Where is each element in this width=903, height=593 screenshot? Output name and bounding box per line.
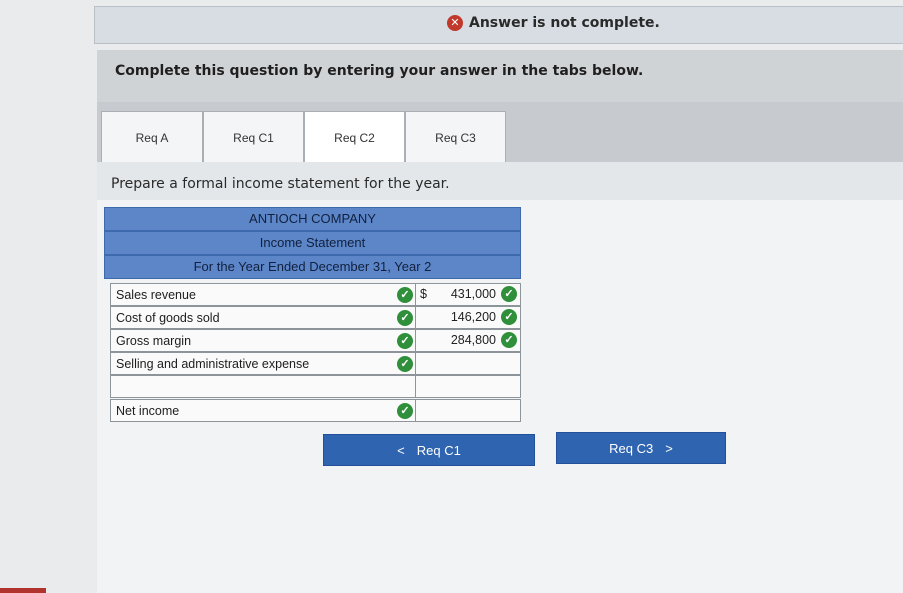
tab-req-a[interactable]: Req A [101, 111, 203, 163]
check-icon: ✓ [397, 403, 413, 419]
x-circle-icon: ✕ [447, 15, 463, 31]
check-icon: ✓ [501, 309, 517, 325]
instruction-panel: Complete this question by entering your … [97, 50, 903, 102]
status-message: ✕ Answer is not complete. [447, 15, 660, 31]
prev-req-label: Req C1 [416, 442, 461, 458]
amount-cell[interactable] [415, 352, 522, 375]
row-label[interactable]: Selling and administrative expense [116, 357, 309, 371]
statement-row: Sales revenue ✓ $ 431,000 ✓ [110, 283, 521, 306]
status-text: Answer is not complete. [469, 15, 660, 31]
statement-row: Gross margin ✓ 284,800 ✓ [110, 329, 521, 352]
prev-req-button[interactable]: < Req C1 [323, 434, 535, 466]
tab-req-c3[interactable]: Req C3 [405, 111, 506, 163]
check-icon: ✓ [397, 356, 413, 372]
amount-value[interactable]: 146,200 [451, 310, 496, 324]
tab-strip: Req A Req C1 Req C2 Req C3 [97, 102, 903, 164]
company-name: ANTIOCH COMPANY [104, 207, 521, 231]
next-req-label: Req C3 [609, 440, 654, 456]
income-statement: ANTIOCH COMPANY Income Statement For the… [104, 207, 521, 424]
amount-value[interactable]: 284,800 [451, 333, 496, 347]
tab-req-c1[interactable]: Req C1 [203, 111, 304, 163]
amount-cell[interactable]: 284,800 ✓ [415, 329, 522, 352]
amount-cell[interactable]: $ 431,000 ✓ [415, 283, 522, 306]
next-req-button[interactable]: Req C3 > [556, 432, 726, 464]
amount-cell[interactable] [415, 375, 522, 398]
chevron-left-icon: < [397, 442, 405, 458]
row-label[interactable]: Cost of goods sold [116, 311, 220, 325]
statement-row: Selling and administrative expense ✓ [110, 352, 521, 375]
check-icon: ✓ [397, 310, 413, 326]
tab-req-c2[interactable]: Req C2 [304, 111, 405, 164]
corner-marker [0, 588, 46, 593]
check-icon: ✓ [501, 332, 517, 348]
statement-period: For the Year Ended December 31, Year 2 [104, 255, 521, 279]
statement-row: Cost of goods sold ✓ 146,200 ✓ [110, 306, 521, 329]
check-icon: ✓ [397, 333, 413, 349]
chevron-right-icon: > [665, 440, 673, 456]
statement-row: Net income ✓ [110, 399, 521, 422]
row-label[interactable]: Gross margin [116, 334, 191, 348]
question-prompt: Prepare a formal income statement for th… [111, 176, 450, 192]
row-label[interactable]: Net income [116, 404, 179, 418]
check-icon: ✓ [397, 287, 413, 303]
instruction-text: Complete this question by entering your … [115, 63, 644, 79]
amount-cell[interactable]: 146,200 ✓ [415, 306, 522, 329]
row-label[interactable]: Sales revenue [116, 288, 196, 302]
statement-title: Income Statement [104, 231, 521, 255]
amount-value[interactable]: 431,000 [451, 287, 496, 301]
currency-symbol: $ [420, 287, 427, 301]
answer-status-banner: ✕ Answer is not complete. [94, 6, 903, 44]
check-icon: ✓ [501, 286, 517, 302]
amount-cell[interactable] [415, 399, 522, 422]
statement-row [110, 375, 521, 398]
